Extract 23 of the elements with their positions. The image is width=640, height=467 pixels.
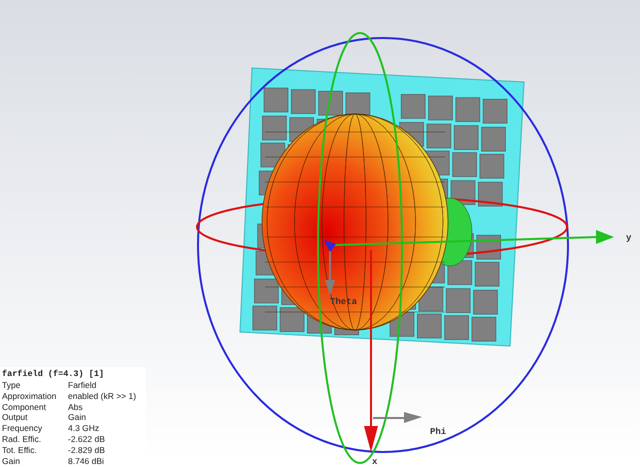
axis-label: y: [626, 233, 632, 243]
property-label: Frequency: [2, 423, 44, 434]
property-value: enabled (kR >> 1): [68, 390, 138, 402]
property-label: Approximation: [2, 390, 58, 402]
property-label: Gain: [2, 456, 21, 466]
property-value: 4.3 GHz: [68, 423, 100, 434]
property-value: -2.622 dB: [68, 434, 106, 445]
property-label: Rad. Effic.: [2, 434, 42, 445]
axis-label: Phi: [430, 427, 446, 437]
property-value: Abs: [68, 402, 84, 412]
property-label: Output: [2, 412, 29, 424]
property-value: 8.746 dBi: [68, 456, 105, 466]
property-label: Type: [2, 380, 22, 391]
property-label: Component: [2, 402, 47, 412]
property-value: -2.829 dB: [68, 444, 106, 456]
panel-title: farfield (f=4.3) [1]: [2, 369, 106, 380]
property-value: Gain: [68, 412, 87, 424]
property-label: Tot. Effic.: [2, 444, 38, 456]
phi-arrow: [373, 412, 422, 423]
axis-label: x: [372, 457, 378, 467]
theta-arrow: [325, 250, 335, 296]
property-value: Farfield: [68, 380, 98, 391]
z-axis-marker-icon: [324, 240, 336, 252]
